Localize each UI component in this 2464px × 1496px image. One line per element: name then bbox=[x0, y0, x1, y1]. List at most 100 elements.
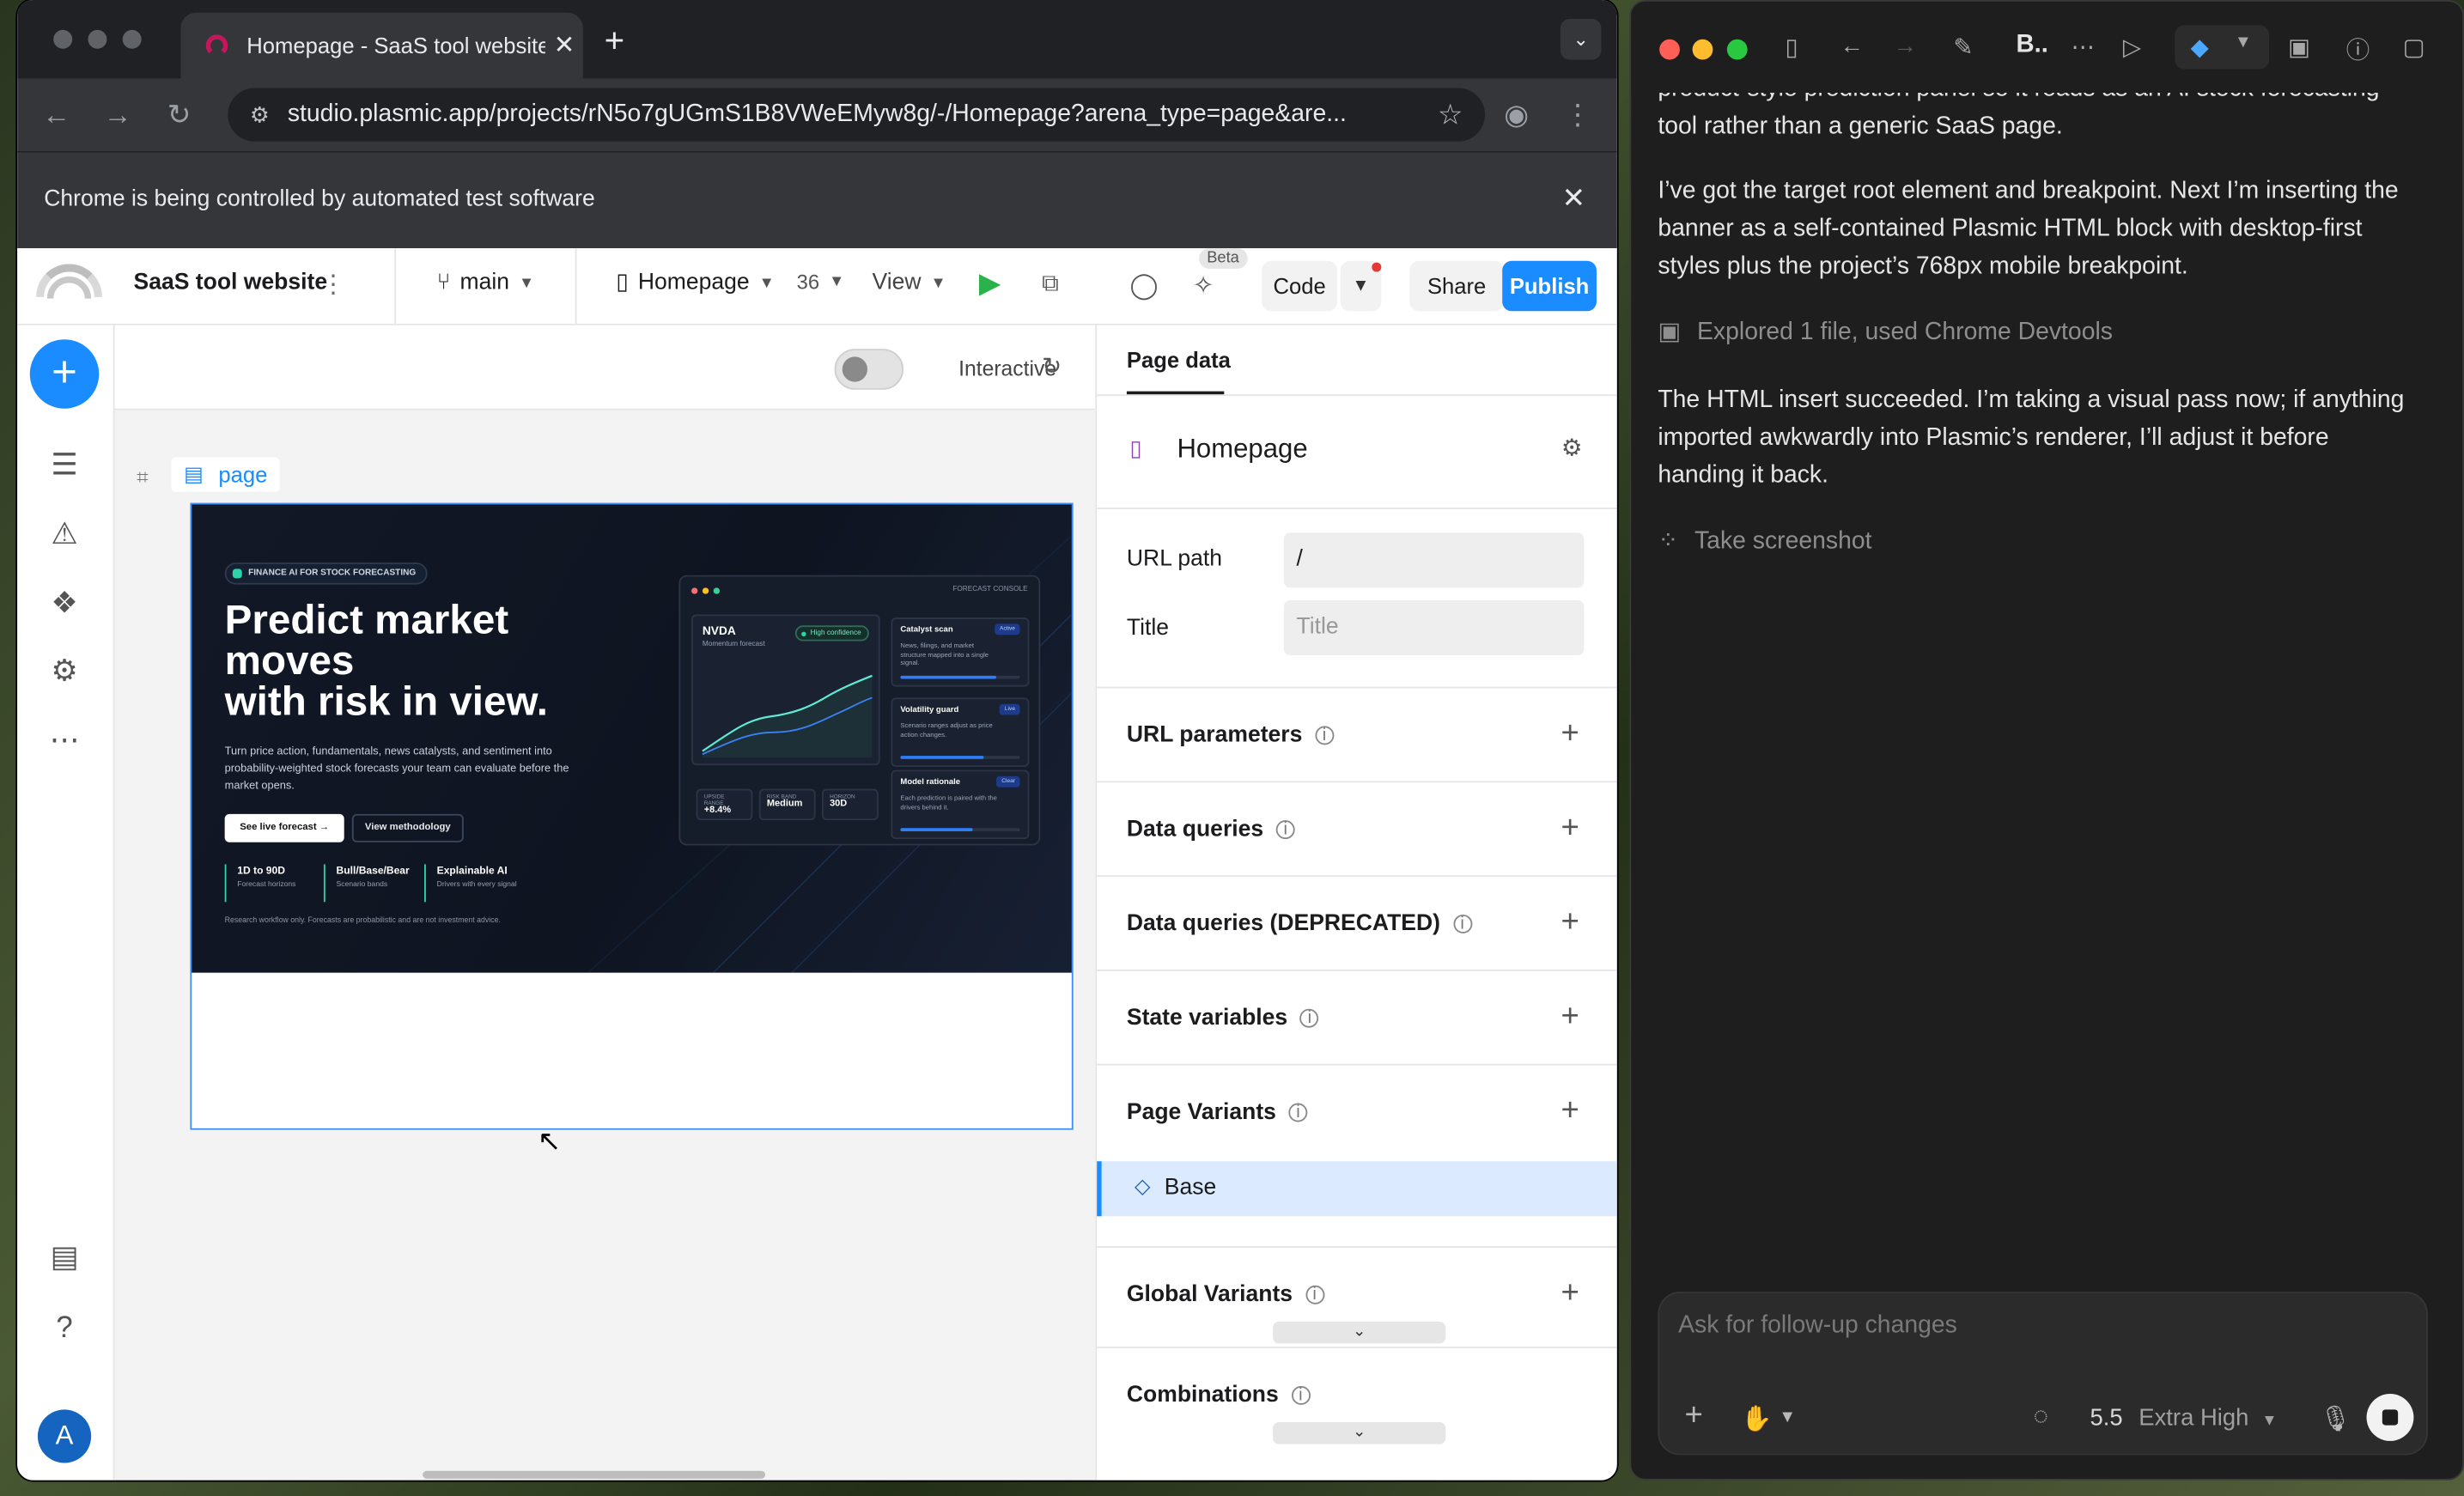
warning-icon[interactable]: ⚠ bbox=[44, 515, 85, 556]
signal-card: Model rationale Clear Each prediction is… bbox=[891, 769, 1030, 840]
section-data-queries-deprecated[interactable]: Data queries (DEPRECATED) i + bbox=[1097, 875, 1617, 970]
open-external-icon[interactable]: ⧉ bbox=[1042, 271, 1059, 297]
info-icon[interactable]: i bbox=[1452, 914, 1472, 933]
avatar[interactable]: A bbox=[37, 1409, 92, 1463]
window-close-control[interactable] bbox=[53, 29, 73, 49]
tab-close-icon[interactable]: ✕ bbox=[545, 30, 583, 62]
help-icon[interactable]: ? bbox=[44, 1309, 85, 1350]
section-url-parameters[interactable]: URL parameters i + bbox=[1097, 686, 1617, 781]
window-close-control[interactable] bbox=[1659, 39, 1680, 60]
add-plus-icon[interactable]: + bbox=[1561, 716, 1579, 752]
add-plus-icon[interactable]: + bbox=[1561, 1276, 1579, 1312]
expand-chevron-icon[interactable]: ⌄ bbox=[1273, 1421, 1446, 1444]
tab-search-dropdown-icon[interactable]: ⌄ bbox=[1560, 18, 1602, 60]
expand-chevron-icon[interactable]: ⌄ bbox=[1273, 1321, 1446, 1344]
tab-page-data[interactable]: Page data bbox=[1127, 347, 1231, 372]
infobar-close-icon[interactable]: ✕ bbox=[1562, 182, 1586, 215]
hero-banner[interactable]: FINANCE AI FOR STOCK FORECASTING Predict… bbox=[192, 504, 1072, 973]
project-name[interactable]: SaaS tool website bbox=[134, 271, 328, 295]
model-effort: Extra High bbox=[2139, 1404, 2249, 1432]
code-button[interactable]: Code bbox=[1262, 260, 1338, 312]
ai-sparkle-icon[interactable]: ✧ bbox=[1193, 271, 1214, 302]
project-menu-icon[interactable]: ⋮ bbox=[320, 269, 345, 301]
microphone-icon[interactable]: 🎙 bbox=[2320, 1403, 2351, 1435]
window-zoom-control[interactable] bbox=[122, 29, 142, 49]
outline-tree-icon[interactable]: ☰ bbox=[44, 447, 85, 488]
interactive-toggle[interactable] bbox=[834, 349, 904, 390]
sidebar-toggle-icon[interactable]: ▯ bbox=[1786, 33, 1798, 61]
info-icon[interactable]: ⓘ bbox=[2346, 33, 2370, 65]
add-plus-icon[interactable]: + bbox=[1561, 1094, 1579, 1130]
add-plus-icon[interactable]: + bbox=[1561, 1000, 1579, 1036]
info-icon[interactable]: i bbox=[1275, 820, 1295, 840]
section-data-queries[interactable]: Data queries i + bbox=[1097, 781, 1617, 875]
settings-gear-icon[interactable]: ⚙ bbox=[44, 652, 85, 693]
view-methodology-button[interactable]: View methodology bbox=[351, 813, 464, 842]
info-icon[interactable]: i bbox=[1288, 1103, 1308, 1122]
chevron-down-icon[interactable]: ▼ bbox=[1779, 1408, 1796, 1427]
window-minimize-control[interactable] bbox=[1692, 39, 1713, 60]
page-frame-tag[interactable]: ▤ page bbox=[171, 457, 280, 492]
address-bar[interactable]: ⚙ studio.plasmic.app/projects/rN5o7gUGmS… bbox=[228, 88, 1486, 142]
insert-plus-button[interactable]: + bbox=[29, 339, 100, 409]
title-input[interactable] bbox=[1283, 599, 1585, 656]
panel-toggle-icon[interactable]: ▢ bbox=[2403, 33, 2425, 61]
share-button[interactable]: Share bbox=[1409, 260, 1505, 312]
browser-menu-icon[interactable]: ⋮ bbox=[1557, 94, 1598, 136]
section-state-variables[interactable]: State variables i + bbox=[1097, 969, 1617, 1064]
info-icon[interactable]: i bbox=[1299, 1008, 1319, 1028]
tool-activity-row[interactable]: ▣ Explored 1 file, used Chrome Devtools bbox=[1658, 318, 2113, 348]
comments-icon[interactable]: ◯ bbox=[1130, 271, 1159, 302]
hero-disclaimer: Research workflow only. Forecasts are pr… bbox=[224, 917, 501, 926]
stop-button[interactable] bbox=[2366, 1394, 2414, 1441]
back-arrow-icon[interactable]: ← bbox=[1840, 33, 1864, 59]
components-icon[interactable]: ❖ bbox=[44, 585, 85, 626]
forward-arrow-icon[interactable]: → bbox=[97, 94, 138, 136]
forward-arrow-icon[interactable]: → bbox=[1894, 33, 1917, 59]
preview-play-icon[interactable]: ▶ bbox=[979, 267, 1001, 300]
browser-tab-active[interactable]: Homepage - SaaS tool website ✕ bbox=[180, 12, 583, 79]
url-path-input[interactable] bbox=[1283, 532, 1585, 588]
window-zoom-control[interactable] bbox=[1726, 39, 1748, 60]
add-plus-icon[interactable]: + bbox=[1561, 811, 1579, 847]
refresh-icon[interactable]: ↻ bbox=[1042, 352, 1062, 380]
info-icon[interactable]: i bbox=[1291, 1385, 1311, 1405]
terminal-icon[interactable]: ▣ bbox=[2288, 33, 2310, 61]
more-options-icon[interactable]: ⋯ bbox=[44, 721, 85, 763]
compose-edit-icon[interactable]: ✎ bbox=[1953, 33, 1973, 61]
window-minimize-control[interactable] bbox=[88, 29, 107, 49]
see-live-forecast-button[interactable]: See live forecast → bbox=[224, 813, 344, 842]
page-settings-gear-icon[interactable]: ⚙ bbox=[1561, 434, 1583, 462]
design-canvas[interactable]: Interactive ↻ ⌗ ▤ page FINANCE AI FOR ST… bbox=[114, 325, 1096, 1481]
docs-book-icon[interactable]: ▤ bbox=[44, 1238, 85, 1280]
run-play-icon[interactable]: ▷ bbox=[2123, 33, 2141, 61]
bookmark-star-icon[interactable]: ☆ bbox=[1438, 88, 1463, 141]
tool-action-row[interactable]: ⁘ Take screenshot bbox=[1658, 526, 1871, 556]
attach-plus-icon[interactable]: + bbox=[1684, 1399, 1702, 1435]
version-selector[interactable]: 36 ▼ bbox=[797, 271, 845, 294]
reload-icon[interactable]: ↻ bbox=[159, 94, 200, 136]
info-icon[interactable]: i bbox=[1315, 726, 1334, 745]
site-info-icon[interactable]: ⚙ bbox=[250, 88, 270, 141]
page-artboard[interactable]: FINANCE AI FOR STOCK FORECASTING Predict… bbox=[190, 502, 1074, 1130]
view-menu[interactable]: View ▼ bbox=[872, 271, 946, 295]
variant-base-row[interactable]: ◇ Base bbox=[1097, 1161, 1617, 1217]
page-selector[interactable]: ▯ Homepage ▼ bbox=[616, 271, 774, 295]
follow-up-input[interactable] bbox=[1678, 1311, 2401, 1357]
open-in-editor-button[interactable]: ◆ ▼ bbox=[2175, 25, 2270, 70]
canvas-horizontal-scrollbar[interactable] bbox=[423, 1470, 766, 1479]
profile-icon[interactable]: ◉ bbox=[1496, 94, 1537, 136]
branch-name: main bbox=[459, 270, 510, 296]
add-plus-icon[interactable]: + bbox=[1561, 905, 1579, 941]
publish-button[interactable]: Publish bbox=[1502, 260, 1597, 312]
branch-selector[interactable]: ⑂ main ▼ bbox=[437, 271, 535, 295]
hand-permission-icon[interactable]: ✋ bbox=[1741, 1403, 1772, 1435]
signal-card-text: Scenario ranges adjust as price action c… bbox=[900, 721, 993, 739]
back-arrow-icon[interactable]: ← bbox=[36, 94, 77, 136]
more-options-icon[interactable]: ⋯ bbox=[2072, 33, 2095, 61]
model-selector[interactable]: 5.5 Extra High ▼ bbox=[2090, 1405, 2278, 1432]
section-page-variants[interactable]: Page Variants i + bbox=[1097, 1063, 1617, 1158]
info-icon[interactable]: i bbox=[1305, 1285, 1324, 1304]
thread-title[interactable]: B.. bbox=[2017, 32, 2048, 60]
new-tab-button[interactable]: + bbox=[595, 21, 633, 62]
